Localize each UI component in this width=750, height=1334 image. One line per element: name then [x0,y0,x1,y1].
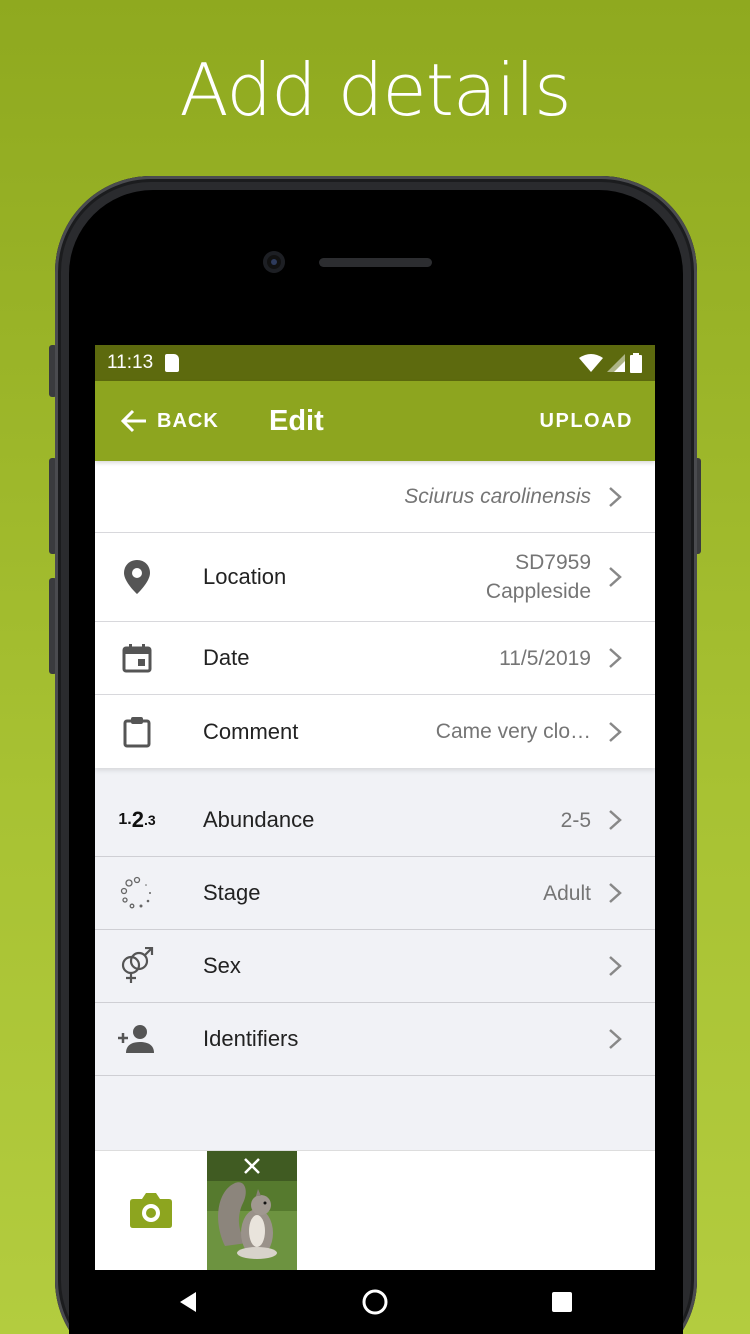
attributes-list: 1. 2.3 Abundance 2-5 Stage Adult Sex Iden… [95,784,655,1076]
nav-back-icon[interactable] [176,1290,200,1314]
android-nav-bar [95,1270,655,1334]
sex-row[interactable]: Sex [95,930,655,1003]
status-time: 11:13 [107,352,154,373]
abundance-row[interactable]: 1. 2.3 Abundance 2-5 [95,784,655,857]
remove-photo-button[interactable] [207,1151,297,1181]
battery-icon [630,353,642,373]
app-screen: 11:13 BACK Edit UPLOAD Sciurus carolinen… [95,345,655,1334]
back-label: BACK [157,409,219,432]
status-bar: 11:13 [95,345,655,381]
identifiers-row[interactable]: Identifiers [95,1003,655,1076]
location-row[interactable]: Location SD7959 Cappleside [95,533,655,622]
abundance-value: 2-5 [560,808,591,832]
chevron-right-icon [609,956,622,976]
close-icon [244,1158,260,1174]
add-photo-button[interactable] [129,1191,173,1234]
date-value: 11/5/2019 [499,646,591,670]
chevron-right-icon [609,486,622,507]
numbers-icon: 1. 2.3 [118,807,156,832]
date-row[interactable]: Date 11/5/2019 [95,622,655,695]
location-value: SD7959 Cappleside [486,548,591,606]
chevron-right-icon [609,648,622,668]
back-button[interactable]: BACK [121,409,219,433]
photo-thumbnail[interactable] [207,1151,297,1271]
chevron-right-icon [609,883,622,903]
date-label: Date [203,645,250,670]
abundance-label: Abundance [203,807,315,832]
main-details-card: Sciurus carolinensis Location SD7959 Cap… [95,461,655,768]
page-title: Edit [269,404,324,437]
front-camera [263,251,285,273]
earpiece-speaker [319,258,432,267]
chevron-right-icon [609,1029,622,1049]
upload-button[interactable]: UPLOAD [540,410,633,433]
chevron-right-icon [609,567,622,587]
clipboard-icon [123,716,151,747]
comment-value: Came very clo… [435,720,591,743]
stage-value: Adult [543,881,591,905]
person-add-icon [118,1025,154,1053]
photo-bar [95,1150,655,1271]
calendar-icon [122,644,152,673]
species-name: Sciurus carolinensis [404,485,591,508]
camera-icon [130,1193,172,1228]
sex-label: Sex [203,953,241,978]
stage-row[interactable]: Stage Adult [95,857,655,930]
signal-icon [607,354,625,372]
map-pin-icon [124,560,150,594]
dots-circle-icon [120,876,151,909]
wifi-icon [579,354,603,372]
chevron-right-icon [609,721,622,742]
nav-recents-icon[interactable] [550,1290,574,1314]
chevron-right-icon [609,810,622,830]
sd-card-icon [165,354,180,372]
species-row[interactable]: Sciurus carolinensis [95,461,655,533]
stage-label: Stage [203,880,261,905]
arrow-left-icon [121,409,146,433]
comment-row[interactable]: Comment Came very clo… [95,695,655,768]
identifiers-label: Identifiers [203,1026,299,1051]
app-toolbar: BACK Edit UPLOAD [95,381,655,461]
headline: Add details [179,48,571,132]
location-label: Location [203,564,287,589]
location-place: Cappleside [485,580,591,603]
comment-label: Comment [203,718,299,744]
nav-home-icon[interactable] [361,1288,389,1316]
gender-icon [121,947,154,983]
location-gridref: SD7959 [515,551,591,574]
